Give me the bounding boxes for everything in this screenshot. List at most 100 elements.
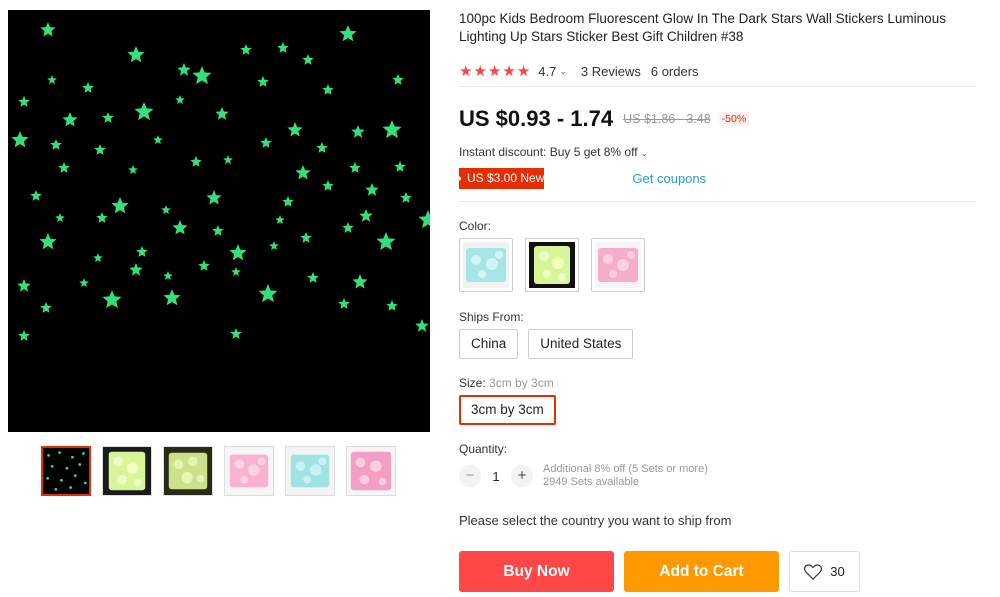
glow-star-icon: [96, 212, 108, 223]
glow-star-icon: [136, 246, 148, 257]
ships-from-china[interactable]: China: [459, 329, 519, 359]
rating-stars: ★ ★ ★ ★ ★: [459, 64, 530, 79]
color-option-blue[interactable]: [459, 238, 513, 292]
color-label: Color:: [459, 219, 492, 233]
blue-pack-thumb-icon: [286, 447, 334, 495]
glow-star-icon: [177, 63, 191, 76]
glow-star-icon: [349, 162, 361, 173]
glow-star-icon: [338, 298, 350, 309]
green-stars-pack-icon: [529, 242, 575, 288]
glow-star-icon: [277, 42, 289, 53]
glow-star-icon: [302, 54, 314, 65]
orders-count: 6 orders: [650, 63, 699, 79]
glow-star-icon: [39, 233, 57, 250]
glow-star-icon: [128, 165, 138, 174]
quantity-increase-button[interactable]: +: [511, 465, 533, 487]
glow-star-icon: [111, 197, 129, 214]
quantity-info: Additional 8% off (5 Sets or more) 2949 …: [543, 463, 708, 489]
glow-star-icon: [352, 274, 368, 289]
quantity-input[interactable]: [481, 468, 511, 484]
glow-star-icon: [316, 142, 328, 153]
glow-star-icon: [18, 330, 30, 341]
rating-value[interactable]: 4.7: [538, 64, 556, 79]
glow-star-icon: [231, 267, 241, 276]
glow-star-icon: [163, 271, 173, 280]
instant-discount-text: Instant discount: Buy 5 get 8% off: [459, 145, 638, 159]
wishlist-button[interactable]: 30: [789, 551, 860, 592]
glow-star-icon: [190, 156, 202, 167]
color-option-pink[interactable]: [591, 238, 645, 292]
chevron-down-icon: ⌄: [640, 149, 648, 158]
ships-from-options: China United States: [459, 329, 634, 359]
glow-star-icon: [215, 107, 229, 120]
heart-icon: [804, 563, 823, 580]
product-title: 100pc Kids Bedroom Fluorescent Glow In T…: [459, 11, 946, 44]
glow-star-icon: [295, 165, 311, 180]
quantity-decrease-button[interactable]: −: [459, 465, 481, 487]
glow-star-icon: [230, 328, 242, 339]
quantity-label: Quantity:: [459, 442, 508, 456]
glow-star-icon: [40, 302, 52, 313]
thumbnail-green-pack[interactable]: [102, 446, 152, 496]
glow-star-icon: [376, 232, 396, 251]
ships-from-united-states[interactable]: United States: [528, 329, 634, 359]
glow-star-icon: [386, 300, 398, 311]
star-icon: ★: [473, 62, 487, 80]
bulk-discount-note: Additional 8% off (5 Sets or more): [543, 463, 708, 475]
glow-star-icon: [382, 120, 402, 139]
glow-star-icon: [163, 289, 181, 306]
thumbnail-blue-pack[interactable]: [285, 446, 335, 496]
glow-star-icon: [342, 222, 354, 233]
size-label: Size:: [459, 376, 486, 390]
color-option-green[interactable]: [525, 238, 579, 292]
rating-row: ★ ★ ★ ★ ★ 4.7 ⌄ 3 Reviews 6 orders: [459, 56, 975, 87]
add-to-cart-button[interactable]: Add to Cart: [624, 551, 779, 592]
glow-star-icon: [322, 84, 334, 95]
buy-now-button[interactable]: Buy Now: [459, 551, 614, 592]
shipping-message: Please select the country you want to sh…: [459, 513, 732, 528]
thumbnail-green-pack-dark[interactable]: [163, 446, 213, 496]
coupon-row: US $3.00 New User Coupon Get coupons: [459, 168, 706, 189]
glow-star-icon: [359, 209, 373, 222]
original-price: US $1.86 - 3.48: [623, 112, 711, 126]
current-price: US $0.93 - 1.74: [459, 106, 614, 131]
glow-star-icon: [212, 225, 224, 236]
star-icon: ★: [487, 62, 502, 80]
thumbnail-pink-pack-2[interactable]: [346, 446, 396, 496]
thumbnail-black-stars[interactable]: [41, 446, 91, 496]
size-option-3cm[interactable]: 3cm by 3cm: [459, 395, 556, 425]
get-coupons-link[interactable]: Get coupons: [632, 171, 706, 186]
ships-from-label: Ships From:: [459, 310, 524, 324]
glow-star-icon: [258, 284, 278, 303]
glow-star-icon: [47, 75, 57, 84]
glow-star-icon: [172, 220, 188, 235]
main-product-image[interactable]: [8, 10, 430, 432]
glow-star-icon: [192, 66, 212, 85]
glow-star-icon: [206, 190, 222, 205]
glow-star-icon: [58, 162, 70, 173]
thumbnail-pink-pack[interactable]: [224, 446, 274, 496]
glow-star-icon: [93, 253, 103, 262]
glow-star-icon: [129, 263, 143, 276]
glow-star-icon: [339, 25, 357, 42]
blue-stars-pack-icon: [463, 242, 509, 288]
color-options: [459, 238, 645, 292]
glow-star-icon: [50, 139, 62, 150]
glow-star-icon: [11, 131, 29, 148]
glowing-stars-image: [11, 22, 430, 341]
reviews-link[interactable]: 3 Reviews: [581, 64, 641, 79]
glow-star-icon: [392, 74, 404, 85]
size-label-row: Size: 3cm by 3cm: [459, 376, 554, 390]
glow-star-icon: [418, 210, 430, 229]
divider: [459, 201, 975, 202]
purchase-actions: Buy Now Add to Cart 30: [459, 551, 860, 592]
glow-star-icon: [94, 144, 106, 155]
star-icon: ★: [516, 62, 531, 80]
glow-star-icon: [400, 192, 412, 203]
glow-star-icon: [127, 46, 145, 63]
chevron-down-icon[interactable]: ⌄: [559, 66, 567, 77]
star-icon: ★: [502, 62, 516, 80]
instant-discount[interactable]: Instant discount: Buy 5 get 8% off ⌄: [459, 145, 648, 159]
glow-star-icon: [307, 272, 319, 283]
glow-star-icon: [102, 112, 114, 123]
